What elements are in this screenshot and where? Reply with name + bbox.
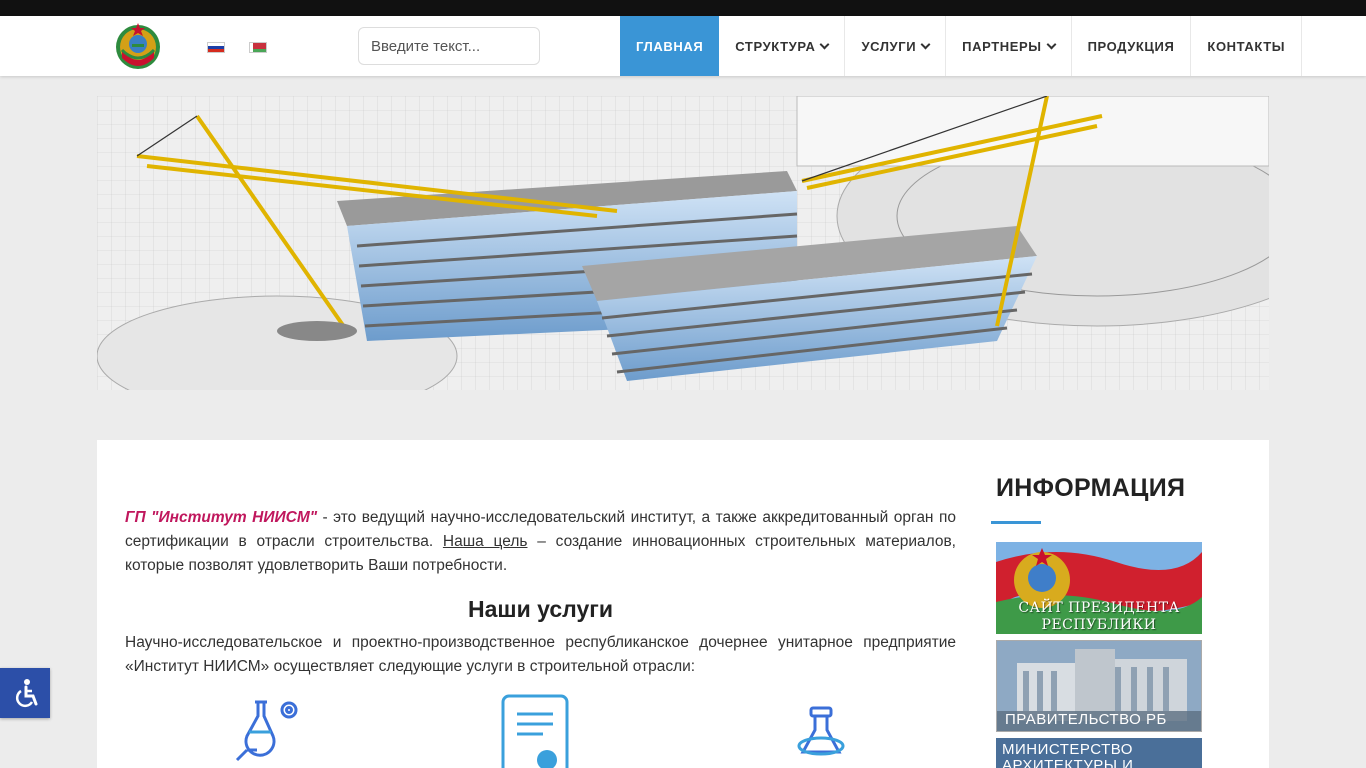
org-name: ГП "Институт НИИСМ" [125,509,318,526]
nav-item-services[interactable]: УСЛУГИ [845,16,947,76]
flask-gear-icon[interactable] [227,690,307,768]
chevron-down-icon [1046,39,1057,49]
certificate-icon[interactable] [497,690,577,768]
wheelchair-icon [15,679,38,708]
top-bar [0,0,1366,16]
nav-label: ПАРТНЕРЫ [962,38,1042,54]
belarus-emblem-logo[interactable] [112,20,164,72]
nav-label: УСЛУГИ [861,38,917,54]
nav-label: ПРОДУКЦИЯ [1087,38,1175,54]
nav-label: КОНТАКТЫ [1207,38,1286,54]
nav-label: СТРУКТУРА [735,38,816,54]
chevron-down-icon [820,39,830,49]
hero-banner-image [97,96,1269,390]
services-title: Наши услуги [468,596,613,622]
language-by-flag[interactable] [249,42,267,53]
header: ГЛАВНАЯ СТРУКТУРА УСЛУГИ ПАРТНЕРЫ ПРОДУК… [0,16,1366,76]
government-banner[interactable]: ПРАВИТЕЛЬСТВО РБ [996,640,1202,732]
content-card: ГП "Институт НИИСМ" - это ведущий научно… [97,440,1269,768]
banner-label: САЙТ ПРЕЗИДЕНТА [1018,600,1180,616]
banner-label: МИНИСТЕРСТВО [1002,741,1133,758]
search-input[interactable] [358,27,540,65]
services-text: Научно-исследовательское и проектно-прои… [125,634,956,675]
nav-item-home[interactable]: ГЛАВНАЯ [620,16,720,76]
president-site-banner[interactable]: САЙТ ПРЕЗИДЕНТА РЕСПУБЛИКИ БЕЛАРУСЬ [996,542,1202,634]
lab-flask-icon[interactable] [787,690,867,768]
banner-label: ПРАВИТЕЛЬСТВО РБ [1005,711,1167,728]
sidebar-title-underline [991,521,1041,524]
banner-label: РЕСПУБЛИКИ БЕЛАРУСЬ [1041,617,1157,634]
main-nav: ГЛАВНАЯ СТРУКТУРА УСЛУГИ ПАРТНЕРЫ ПРОДУК… [620,16,1303,76]
nav-label: ГЛАВНАЯ [636,38,704,54]
nav-item-contacts[interactable]: КОНТАКТЫ [1191,16,1303,76]
our-goal-link[interactable]: Наша цель [443,533,528,550]
language-ru-flag[interactable] [207,42,225,53]
nav-item-products[interactable]: ПРОДУКЦИЯ [1072,16,1192,76]
intro-paragraph: ГП "Институт НИИСМ" - это ведущий научно… [125,506,956,578]
accessibility-button[interactable] [0,668,50,718]
sidebar-title: ИНФОРМАЦИЯ [996,474,1186,502]
chevron-down-icon [920,39,931,49]
banner-label: АРХИТЕКТУРЫ И [1002,757,1134,768]
nav-item-partners[interactable]: ПАРТНЕРЫ [946,16,1072,76]
ministry-banner[interactable]: МИНИСТЕРСТВО АРХИТЕКТУРЫ И [996,738,1202,768]
nav-item-structure[interactable]: СТРУКТУРА [719,16,846,76]
